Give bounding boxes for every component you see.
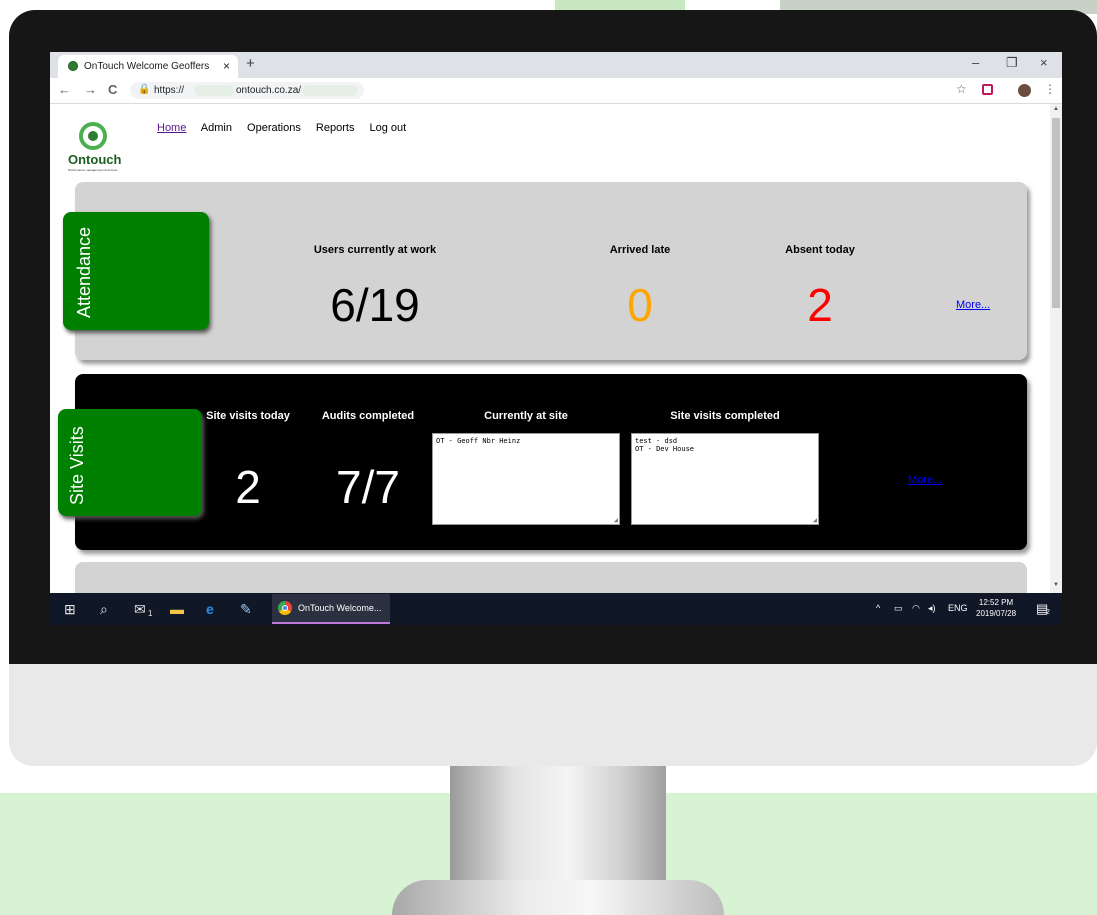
minimize-button[interactable]: – [972,55,979,70]
scroll-up-arrow-icon[interactable]: ▲ [1053,106,1059,112]
volume-icon[interactable]: ◂) [928,603,936,614]
attendance-section-label: Attendance [63,212,209,330]
completed-visit-entry: test - dsd [635,437,678,445]
site-visits-heading: Site Visits [67,426,87,505]
url-redacted [302,85,358,96]
forward-button[interactable]: → [84,82,97,97]
logo-text: Ontouch [68,152,122,167]
attendance-more-link[interactable]: More... [956,299,990,311]
scrollbar-thumb[interactable] [1052,118,1060,308]
nav-logout[interactable]: Log out [370,122,407,134]
taskbar-app-label: OnTouch Welcome... [298,603,382,613]
file-explorer-icon[interactable]: ▬ [170,601,184,617]
nav-home[interactable]: Home [157,122,186,134]
ontouch-logo[interactable]: Ontouch Performance management at its be… [64,116,134,176]
lock-icon: 🔒 [138,84,151,95]
clock-time: 12:52 PM [978,598,1014,607]
url-domain: ontouch.co.za/ [236,85,302,96]
battery-icon[interactable]: ▭ [894,603,903,614]
currently-at-site-textarea[interactable]: OT - Geoff Nbr Heinz ◢ [432,433,620,525]
site-visits-panel: Site Visits Site visits today 2 Audits c… [58,374,1027,550]
bookmark-star-icon[interactable]: ☆ [956,82,967,96]
address-bar[interactable]: 🔒 https:// ontouch.co.za/ [130,82,364,99]
browser-tab[interactable]: OnTouch Welcome Geoffers × [58,55,238,78]
chrome-icon [278,601,292,615]
clock-date: 2019/07/28 [976,609,1017,618]
edge-browser-icon[interactable]: e [206,601,214,617]
attendance-heading: Attendance [74,226,94,318]
language-indicator[interactable]: ENG [948,603,968,613]
back-button[interactable]: ← [58,82,71,97]
site-visits-today-label: Site visits today [206,410,290,422]
site-favicon-icon [68,61,78,71]
logo-tagline: Performance management at its best [68,168,118,172]
absent-today-label: Absent today [785,244,855,256]
nav-admin[interactable]: Admin [201,122,232,134]
users-at-work-value: 6/19 [330,279,420,331]
next-panel [75,562,1027,593]
restore-button[interactable]: ❐ [1006,55,1018,71]
search-icon[interactable]: ⌕ [100,601,108,618]
page-content: Ontouch Performance management at its be… [50,104,1050,593]
new-tab-button[interactable]: + [246,55,255,72]
monitor-stand [450,766,666,886]
window-close-button[interactable]: × [1040,55,1048,70]
scroll-down-arrow-icon[interactable]: ▼ [1053,582,1059,588]
main-nav: Home Admin Operations Reports Log out [157,122,418,134]
mail-icon[interactable]: ✉ [134,601,146,618]
taskbar-chrome-app[interactable]: OnTouch Welcome... [272,594,390,624]
currently-at-site-label: Currently at site [484,410,568,422]
nav-reports[interactable]: Reports [316,122,355,134]
site-visits-completed-textarea[interactable]: test - dsd OT - Dev House ◢ [631,433,819,525]
arrived-late-value: 0 [627,279,653,331]
monitor-screen: OnTouch Welcome Geoffers × + – ❐ × ← → C… [50,52,1062,625]
mail-badge: 1 [148,609,153,618]
arrived-late-label: Arrived late [609,244,671,256]
tray-chevron-icon[interactable]: ^ [876,603,880,613]
logo-dot-icon [88,131,98,141]
site-visits-section-label: Site Visits [58,409,202,516]
tab-title: OnTouch Welcome Geoffers [84,61,210,72]
browser-tab-bar: OnTouch Welcome Geoffers × + – ❐ × [50,52,1062,78]
wifi-icon[interactable]: ◠ [912,603,920,614]
profile-avatar[interactable] [1018,84,1031,97]
absent-today-value: 2 [807,279,833,331]
url-redacted [194,85,234,96]
monitor-chin [9,664,1097,766]
users-at-work-label: Users currently at work [313,244,437,256]
resize-grip-icon[interactable]: ◢ [614,516,618,524]
site-visits-completed-label: Site visits completed [670,410,780,422]
resize-grip-icon[interactable]: ◢ [813,516,817,524]
windows-taskbar: ⊞ ⌕ ✉ 1 ▬ e ✎ OnTouch Welcome... ^ ▭ ◠ ◂… [50,593,1062,625]
monitor-stand-base [392,880,724,915]
audits-completed-label: Audits completed [321,410,415,422]
reload-button[interactable]: C [108,82,117,97]
start-windows-icon[interactable]: ⊞ [64,601,76,618]
nav-operations[interactable]: Operations [247,122,301,134]
extension-icon[interactable] [982,84,993,95]
notification-count: 2 [1046,609,1050,616]
tab-close-icon[interactable]: × [223,59,230,73]
currently-at-site-entry: OT - Geoff Nbr Heinz [436,437,521,445]
audits-completed-value: 7/7 [336,461,400,513]
completed-visit-entry: OT - Dev House [635,445,695,453]
page-scrollbar[interactable]: ▲ ▼ [1050,104,1062,593]
system-clock[interactable]: 12:52 PM 2019/07/28 [976,597,1016,619]
site-visits-today-value: 2 [235,461,261,513]
browser-toolbar: ← → C 🔒 https:// ontouch.co.za/ ☆ ⋮ [50,78,1062,104]
attendance-panel: Attendance Users currently at work 6/19 … [63,182,1027,360]
url-scheme: https:// [154,85,185,96]
browser-menu-icon[interactable]: ⋮ [1044,82,1056,96]
site-visits-more-link[interactable]: More... [908,474,942,486]
paint-app-icon[interactable]: ✎ [240,601,252,618]
